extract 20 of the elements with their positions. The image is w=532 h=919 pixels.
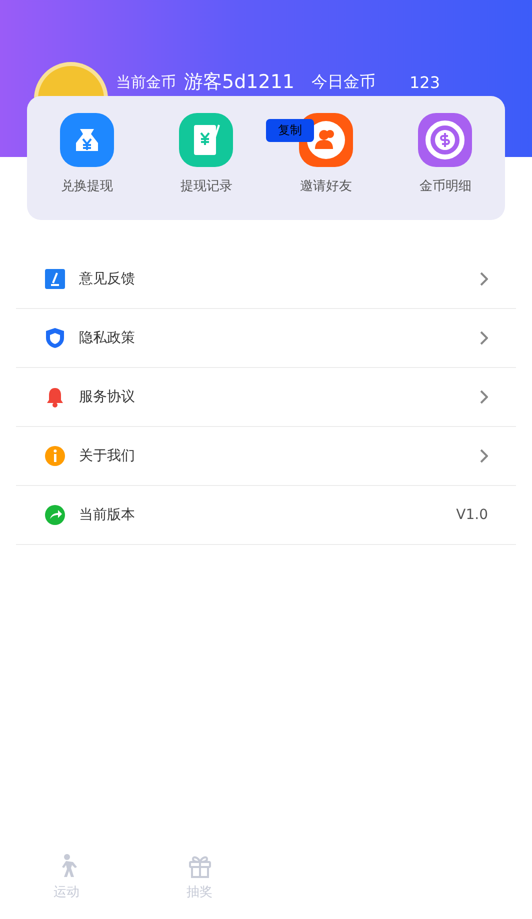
menu-label[interactable]: 当前版本: [79, 506, 135, 524]
shortcut-label[interactable]: 提现记录: [180, 177, 232, 195]
today-coins-label: 今日金币: [311, 72, 376, 92]
version-value: V1.0: [456, 507, 488, 523]
privacy-icon: [44, 327, 66, 349]
shortcut-label[interactable]: 兑换提现: [60, 177, 113, 195]
about-icon: [44, 445, 66, 467]
menu-label[interactable]: 关于我们: [79, 447, 135, 465]
menu-label[interactable]: 意见反馈: [79, 270, 135, 288]
agreement-icon: [44, 386, 66, 408]
version-icon: [44, 504, 66, 526]
username: 游客5d1211: [184, 70, 295, 95]
menu-label[interactable]: 隐私政策: [79, 329, 135, 347]
feedback-icon: [44, 268, 66, 290]
coins-label: 当前金币: [116, 72, 176, 92]
shortcut-label[interactable]: 邀请好友: [300, 177, 352, 195]
today-coins-value: 123: [409, 72, 440, 92]
menu-label[interactable]: 服务协议: [79, 388, 135, 406]
copy-button[interactable]: 复制: [266, 119, 314, 142]
shortcut-label[interactable]: 金币明细: [419, 177, 472, 195]
